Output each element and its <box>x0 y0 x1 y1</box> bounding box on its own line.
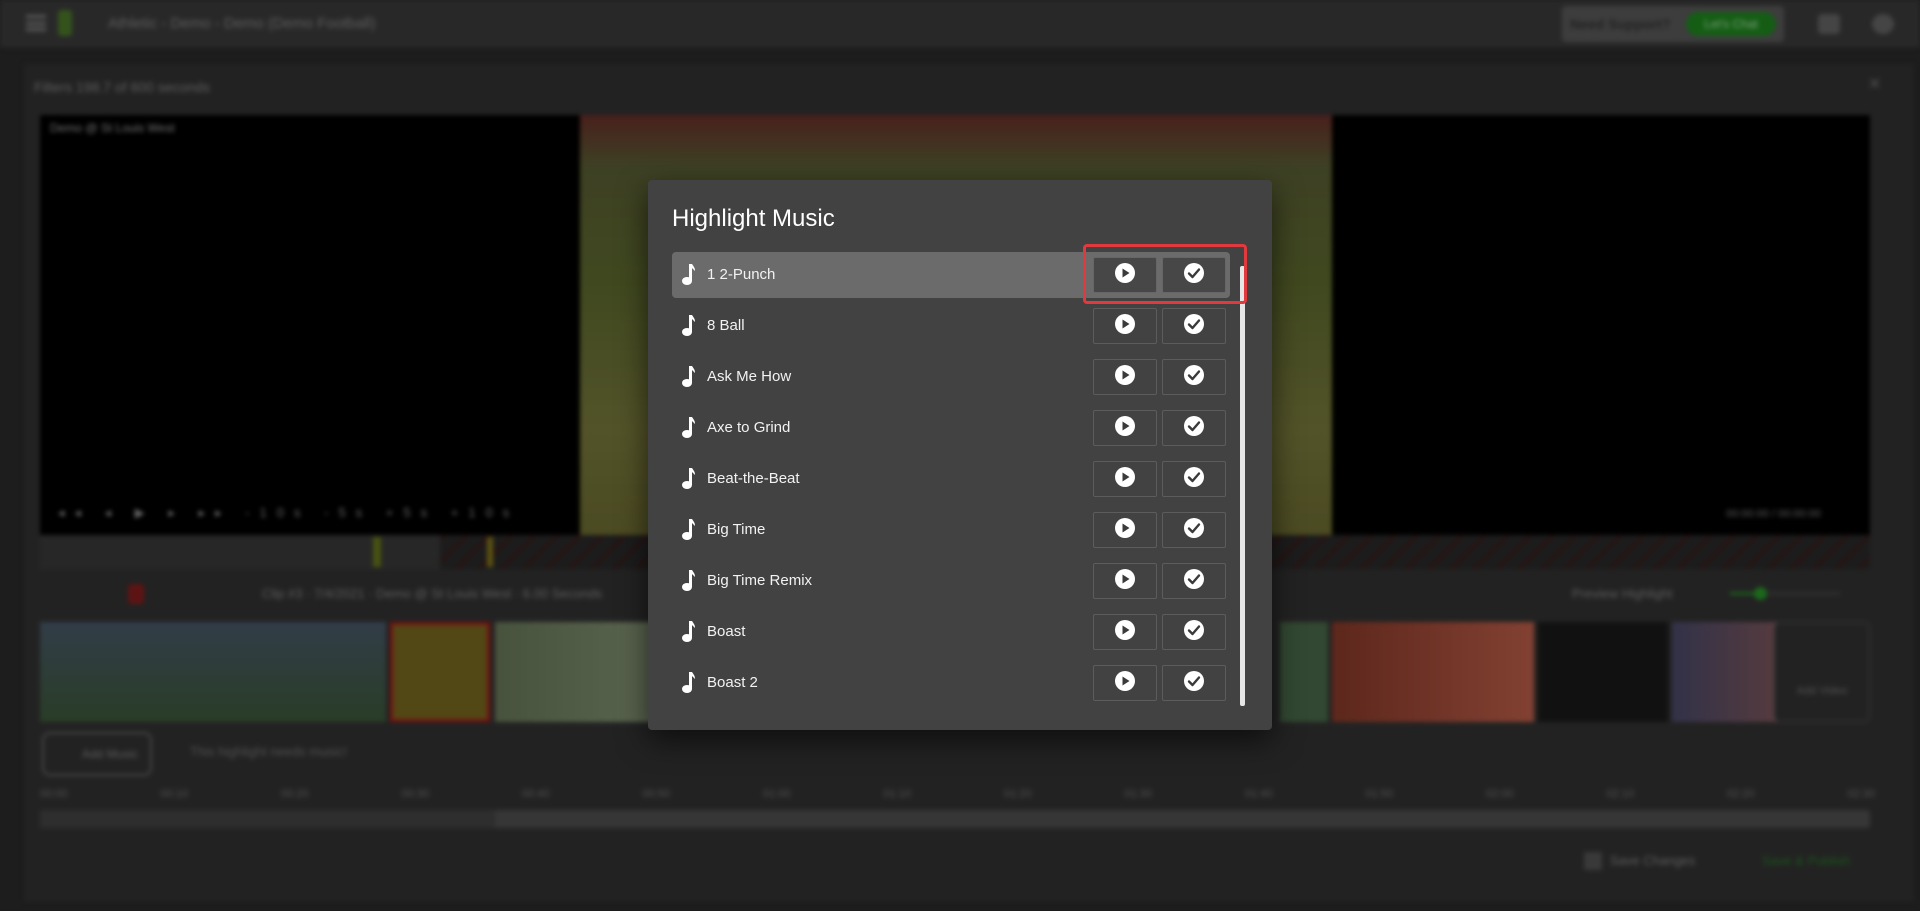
track-row[interactable]: Big Time Remix <box>672 558 1230 604</box>
play-circle-icon <box>1114 619 1136 646</box>
music-note-icon <box>681 468 695 490</box>
music-note-icon <box>681 519 695 541</box>
track-row[interactable]: Boast 2 <box>672 660 1230 706</box>
music-note-icon <box>681 366 695 388</box>
play-circle-icon <box>1114 313 1136 340</box>
play-circle-icon <box>1114 262 1136 289</box>
play-track-button[interactable] <box>1093 359 1157 395</box>
play-track-button[interactable] <box>1093 308 1157 344</box>
music-note-icon <box>681 264 695 286</box>
track-row[interactable]: 8 Ball <box>672 303 1230 349</box>
track-label: Ask Me How <box>707 368 792 385</box>
select-track-button[interactable] <box>1162 308 1226 344</box>
scrollbar[interactable] <box>1240 266 1245 706</box>
track-row[interactable]: 1 2-Punch <box>672 252 1230 298</box>
play-track-button[interactable] <box>1093 461 1157 497</box>
select-track-button[interactable] <box>1162 563 1226 599</box>
select-track-button[interactable] <box>1162 614 1226 650</box>
check-circle-icon <box>1183 619 1205 646</box>
track-label: 8 Ball <box>707 317 745 334</box>
select-track-button[interactable] <box>1162 257 1226 293</box>
select-track-button[interactable] <box>1162 665 1226 701</box>
dialog-title: Highlight Music <box>672 205 835 232</box>
music-note-icon <box>681 672 695 694</box>
highlight-music-dialog: Highlight Music 1 2-Punch 8 Ball Ask Me Ho… <box>648 180 1272 730</box>
track-row[interactable]: Axe to Grind <box>672 405 1230 451</box>
play-track-button[interactable] <box>1093 257 1157 293</box>
track-row[interactable]: Boast <box>672 609 1230 655</box>
play-circle-icon <box>1114 415 1136 442</box>
play-track-button[interactable] <box>1093 410 1157 446</box>
check-circle-icon <box>1183 670 1205 697</box>
check-circle-icon <box>1183 466 1205 493</box>
check-circle-icon <box>1183 262 1205 289</box>
track-label: 1 2-Punch <box>707 266 776 283</box>
select-track-button[interactable] <box>1162 410 1226 446</box>
check-circle-icon <box>1183 364 1205 391</box>
play-circle-icon <box>1114 466 1136 493</box>
music-note-icon <box>681 417 695 439</box>
track-label: Big Time Remix <box>707 572 813 589</box>
play-circle-icon <box>1114 364 1136 391</box>
track-row[interactable]: Beat-the-Beat <box>672 456 1230 502</box>
select-track-button[interactable] <box>1162 512 1226 548</box>
play-track-button[interactable] <box>1093 614 1157 650</box>
track-row[interactable]: Ask Me How <box>672 354 1230 400</box>
track-label: Boast 2 <box>707 674 758 691</box>
select-track-button[interactable] <box>1162 359 1226 395</box>
play-track-button[interactable] <box>1093 665 1157 701</box>
music-note-icon <box>681 315 695 337</box>
play-circle-icon <box>1114 568 1136 595</box>
play-track-button[interactable] <box>1093 563 1157 599</box>
track-label: Axe to Grind <box>707 419 791 436</box>
play-circle-icon <box>1114 517 1136 544</box>
track-list: 1 2-Punch 8 Ball Ask Me How Axe to Grind Bea… <box>672 252 1230 710</box>
play-track-button[interactable] <box>1093 512 1157 548</box>
track-label: Big Time <box>707 521 766 538</box>
check-circle-icon <box>1183 415 1205 442</box>
music-note-icon <box>681 570 695 592</box>
track-label: Beat-the-Beat <box>707 470 800 487</box>
track-row[interactable]: Big Time <box>672 507 1230 553</box>
play-circle-icon <box>1114 670 1136 697</box>
track-label: Boast <box>707 623 746 640</box>
select-track-button[interactable] <box>1162 461 1226 497</box>
check-circle-icon <box>1183 568 1205 595</box>
check-circle-icon <box>1183 313 1205 340</box>
check-circle-icon <box>1183 517 1205 544</box>
music-note-icon <box>681 621 695 643</box>
